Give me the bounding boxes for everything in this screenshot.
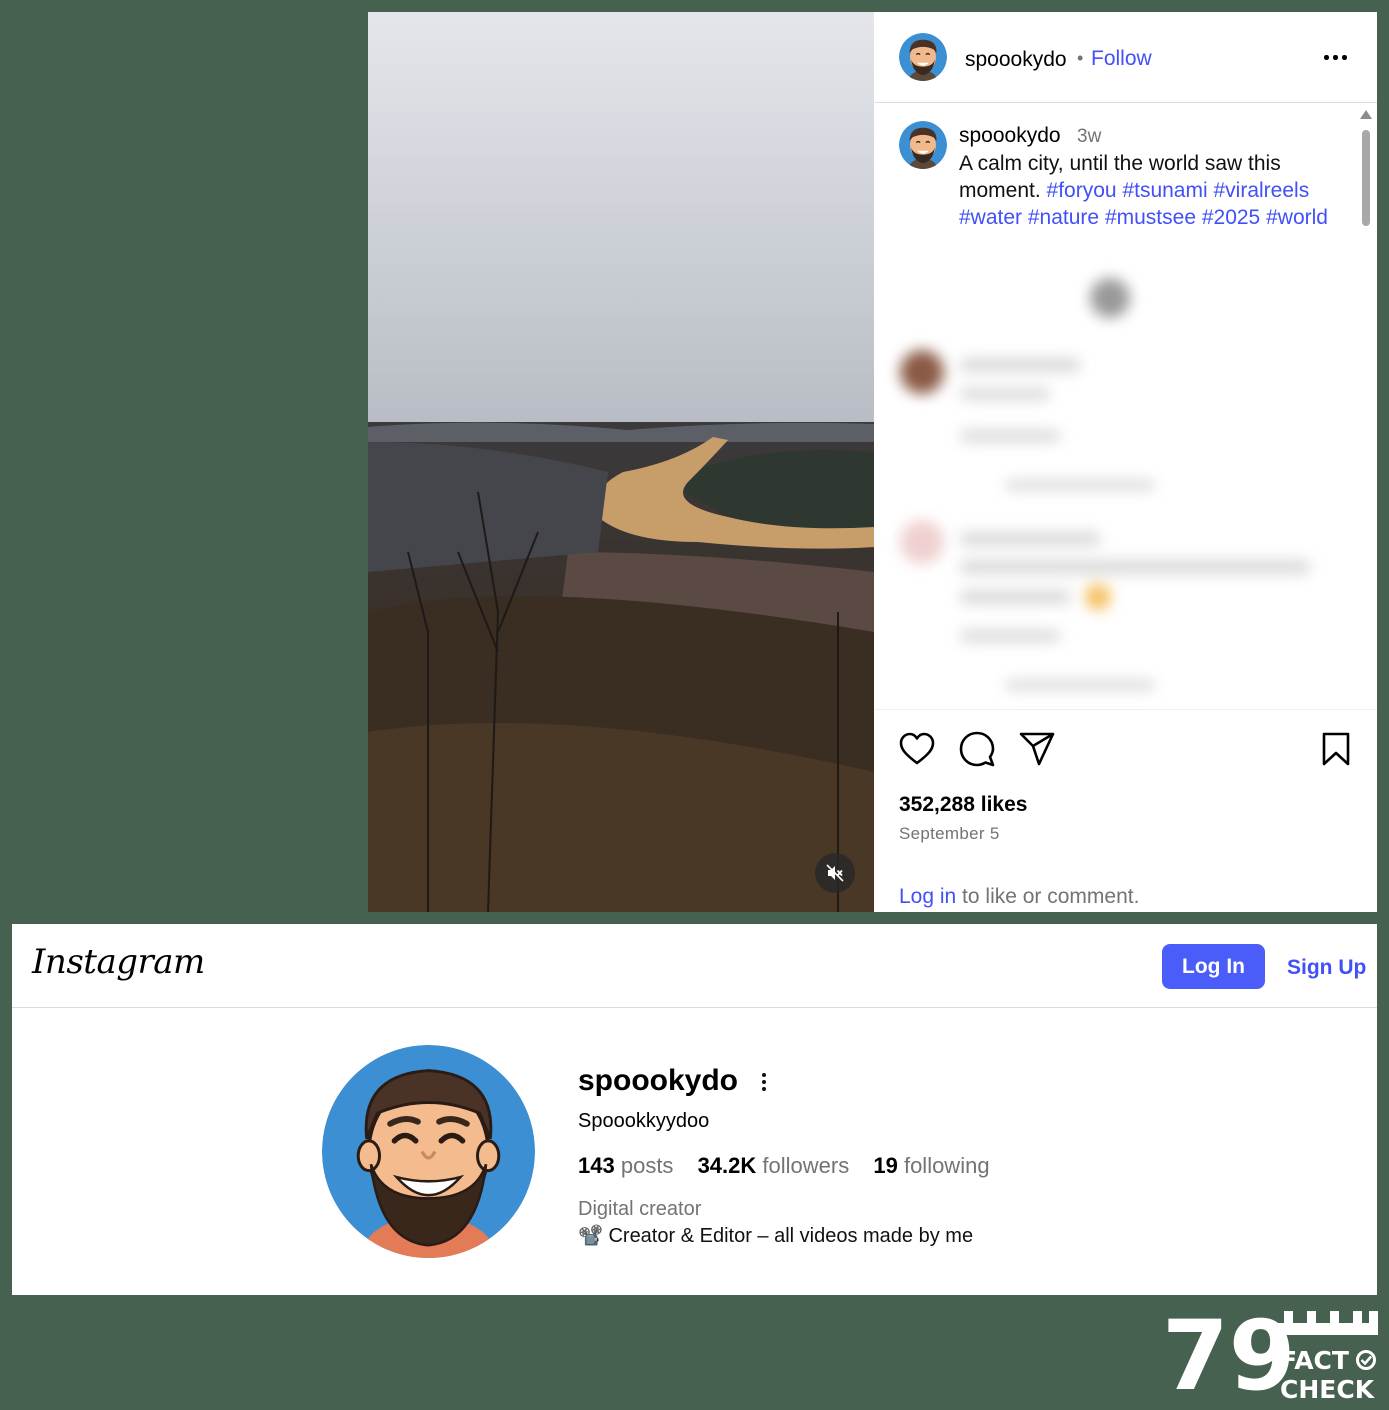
fact-check-logo: 79 FACT CHECK [1162,1300,1378,1410]
avatar-image [899,33,947,81]
following-stat[interactable]: 19 following [873,1153,989,1178]
mute-toggle-button[interactable] [815,853,855,893]
hashtag[interactable]: #nature [1028,206,1099,229]
log-in-button[interactable]: Log In [1162,944,1265,989]
bookmark-icon[interactable] [1321,732,1351,771]
stat-count: 143 [578,1153,615,1178]
share-icon[interactable] [1019,732,1055,771]
post-author-username[interactable]: spoookydo [965,48,1067,72]
follow-button[interactable]: Follow [1091,47,1152,71]
hashtag[interactable]: #tsunami [1122,179,1207,202]
post-video[interactable] [368,12,874,912]
scroll-up-arrow-icon[interactable] [1360,110,1372,119]
stat-label: following [903,1153,990,1178]
sign-up-link[interactable]: Sign Up [1287,956,1366,980]
hashtag[interactable]: #foryou [1047,179,1117,202]
hashtag[interactable]: #viralreels [1214,179,1310,202]
profile-stats: 143 posts 34.2K followers 19 following [578,1153,1008,1179]
profile-avatar[interactable] [322,1045,535,1258]
fact-check-badge: 79 FACT CHECK [1160,1300,1382,1410]
instagram-logo[interactable]: Instagram [32,942,205,982]
post-actions: 352,288 likes September 5 Log in to like… [875,709,1377,913]
post-panel: spoookydo • Follow spoookydo 3w A calm c… [368,12,1377,912]
comment-icon[interactable] [959,731,995,772]
kebab-icon[interactable] [760,1072,768,1092]
profile-panel: Instagram Log In Sign Up spoookydo Spooo… [12,924,1377,1295]
hashtag[interactable]: #water [959,206,1022,229]
avatar[interactable] [899,33,947,81]
scrollbar-thumb[interactable] [1362,130,1370,226]
profile-bio: 📽️ Creator & Editor – all videos made by… [578,1225,974,1247]
post-date[interactable]: September 5 [899,824,1000,844]
checkmark-icon [1356,1350,1376,1370]
post-sidebar: spoookydo • Follow spoookydo 3w A calm c… [875,12,1377,912]
profile-username: spoookydo [578,1064,739,1097]
stat-count: 19 [873,1153,898,1178]
video-frame [368,12,874,912]
badge-line1: FACT [1280,1346,1349,1375]
more-options-icon[interactable] [1322,50,1352,64]
hashtag[interactable]: #world [1266,206,1328,229]
caption-avatar[interactable] [899,121,947,169]
caption-timestamp[interactable]: 3w [1077,126,1101,148]
followers-stat[interactable]: 34.2K followers [698,1153,850,1178]
avatar-image [899,121,947,169]
stat-count: 34.2K [697,1153,757,1178]
volume-muted-icon [825,863,845,883]
post-header: spoookydo • Follow [875,12,1377,103]
stat-label: posts [620,1153,674,1178]
login-prompt-text: to like or comment. [956,885,1140,908]
posts-stat: 143 posts [578,1153,673,1178]
caption-text: A calm city, until the world saw this mo… [959,150,1349,231]
separator-dot: • [1077,48,1084,68]
badge-number: 79 [1162,1305,1296,1405]
hashtag[interactable]: #2025 [1202,206,1260,229]
profile-category: Digital creator [578,1198,702,1220]
heart-icon[interactable] [899,732,935,771]
profile-full-name: Spoookkyydoo [578,1110,710,1132]
like-count[interactable]: 352,288 likes [899,793,1027,817]
stat-label: followers [762,1153,850,1178]
comments-scrollbar[interactable] [1359,110,1373,710]
blurred-comments [875,250,1359,710]
avatar-image [322,1045,535,1258]
badge-line2: CHECK [1280,1375,1376,1404]
login-link[interactable]: Log in [899,885,956,908]
login-prompt: Log in to like or comment. [899,885,1139,909]
caption-username[interactable]: spoookydo [959,124,1061,148]
top-navbar: Instagram Log In Sign Up [12,924,1377,1008]
hashtag[interactable]: #mustsee [1105,206,1196,229]
